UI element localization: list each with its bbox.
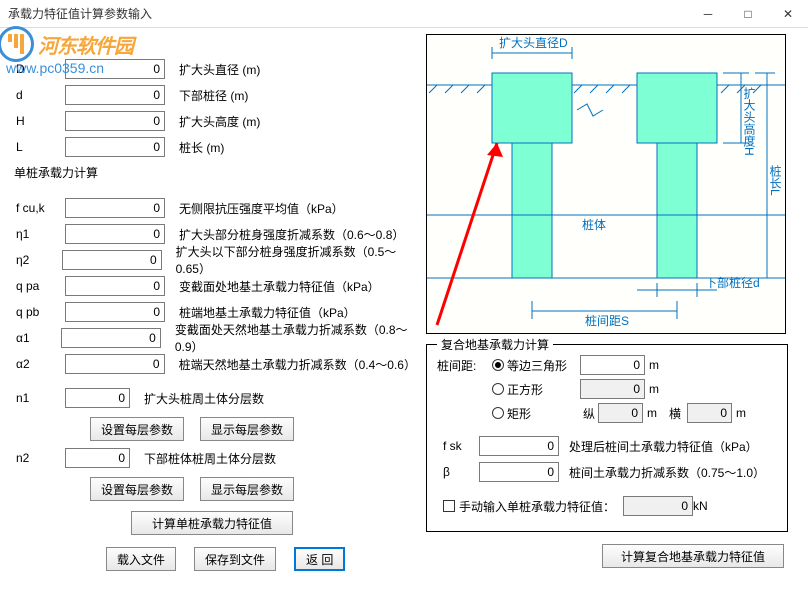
label-fsk: f sk [437,439,479,453]
input-rect-v[interactable] [598,403,643,423]
minimize-button[interactable]: ─ [688,0,728,28]
input-H[interactable] [65,111,165,131]
desc-H: 扩大头高度 (m) [179,113,260,130]
desc-beta: 桩间土承载力折减系数（0.75～1.0） [569,464,765,481]
desc-eta1: 扩大头部分桩身强度折减系数（0.6～0.8） [179,226,404,243]
radio-square[interactable]: 正方形 [492,381,580,398]
desc-n2: 下部桩体桩周土体分层数 [144,450,276,467]
desc-fcuk: 无侧限抗压强度平均值（kPa） [179,200,344,217]
composite-fieldset: 复合地基承载力计算 桩间距: 等边三角形 m 正方形 m 矩形 纵 m 横 [426,344,788,532]
desc-n1: 扩大头桩周土体分层数 [144,390,264,407]
single-pile-title: 单桩承载力计算 [14,164,414,181]
rect-h-label: 横 [669,405,681,422]
input-beta[interactable] [479,462,559,482]
close-button[interactable]: ✕ [768,0,808,28]
svg-text:扩大头直径D: 扩大头直径D [499,36,568,50]
radio-tri[interactable]: 等边三角形 [492,357,580,374]
input-square[interactable] [580,379,645,399]
maximize-button[interactable]: □ [728,0,768,28]
watermark-url: www.pc0359.cn [6,60,133,76]
unit-square: m [649,382,659,396]
save-file-button[interactable]: 保存到文件 [194,547,276,571]
watermark-logo: 河东软件园 www.pc0359.cn [0,26,133,76]
spacing-label: 桩间距: [437,357,492,374]
label-d: d [10,88,65,102]
watermark-site: 河东软件园 [38,30,133,59]
manual-checkbox[interactable] [443,500,455,512]
btn-set-layers-n2[interactable]: 设置每层参数 [90,477,184,501]
label-qpb: q pb [10,305,65,319]
desc-eta2: 扩大头以下部分桩身强度折减系数（0.5～0.65） [176,243,414,277]
input-n2[interactable] [65,448,130,468]
label-n2: n2 [10,451,65,465]
input-fsk[interactable] [479,436,559,456]
composite-title: 复合地基承载力计算 [437,336,553,353]
label-fcuk: f cu,k [10,201,65,215]
desc-a1: 变截面处天然地基土承载力折减系数（0.8～0.9） [175,321,414,355]
input-qpb[interactable] [65,302,165,322]
input-eta1[interactable] [65,224,165,244]
svg-text:下部桩径d: 下部桩径d [705,275,760,290]
input-n1[interactable] [65,388,130,408]
label-qpa: q pa [10,279,65,293]
load-file-button[interactable]: 载入文件 [106,547,176,571]
pile-diagram: 扩大头直径D 扩大头高度H [426,34,786,334]
desc-qpb: 桩端地基土承载力特征值（kPa） [179,304,356,321]
desc-a2: 桩端天然地基土承载力折减系数（0.4～0.6） [179,356,414,373]
calc-single-button[interactable]: 计算单桩承载力特征值 [131,511,293,535]
input-qpa[interactable] [65,276,165,296]
calc-composite-button[interactable]: 计算复合地基承载力特征值 [602,544,784,568]
rect-v-label: 纵 [580,405,598,422]
desc-L: 桩长 (m) [179,139,224,156]
input-a1[interactable] [61,328,161,348]
input-d[interactable] [65,85,165,105]
unit-tri: m [649,358,659,372]
window-title: 承载力特征值计算参数输入 [8,5,152,22]
btn-show-layers-n1[interactable]: 显示每层参数 [200,417,294,441]
label-beta: β [437,465,479,479]
desc-qpa: 变截面处地基土承载力特征值（kPa） [179,278,380,295]
label-eta1: η1 [10,227,65,241]
input-eta2[interactable] [62,250,162,270]
svg-text:扩大头高度H: 扩大头高度H [742,87,756,156]
label-L: L [10,140,65,154]
manual-label: 手动输入单桩承载力特征值： [459,498,615,515]
manual-unit: kN [693,499,708,513]
desc-D: 扩大头直径 (m) [179,61,260,78]
btn-show-layers-n2[interactable]: 显示每层参数 [200,477,294,501]
radio-rect[interactable]: 矩形 [492,405,580,422]
label-a2: α2 [10,357,65,371]
input-fcuk[interactable] [65,198,165,218]
label-eta2: η2 [10,253,62,267]
desc-d: 下部桩径 (m) [179,87,248,104]
input-tri[interactable] [580,355,645,375]
svg-text:桩长L: 桩长L [768,164,782,196]
input-rect-h[interactable] [687,403,732,423]
btn-set-layers-n1[interactable]: 设置每层参数 [90,417,184,441]
label-a1: α1 [10,331,61,345]
label-n1: n1 [10,391,65,405]
input-L[interactable] [65,137,165,157]
input-a2[interactable] [65,354,165,374]
label-H: H [10,114,65,128]
svg-text:桩间距S: 桩间距S [585,313,629,328]
svg-text:桩体: 桩体 [582,217,606,232]
desc-fsk: 处理后桩间土承载力特征值（kPa） [569,438,758,455]
input-manual[interactable] [623,496,693,516]
back-button[interactable]: 返 回 [294,547,345,571]
